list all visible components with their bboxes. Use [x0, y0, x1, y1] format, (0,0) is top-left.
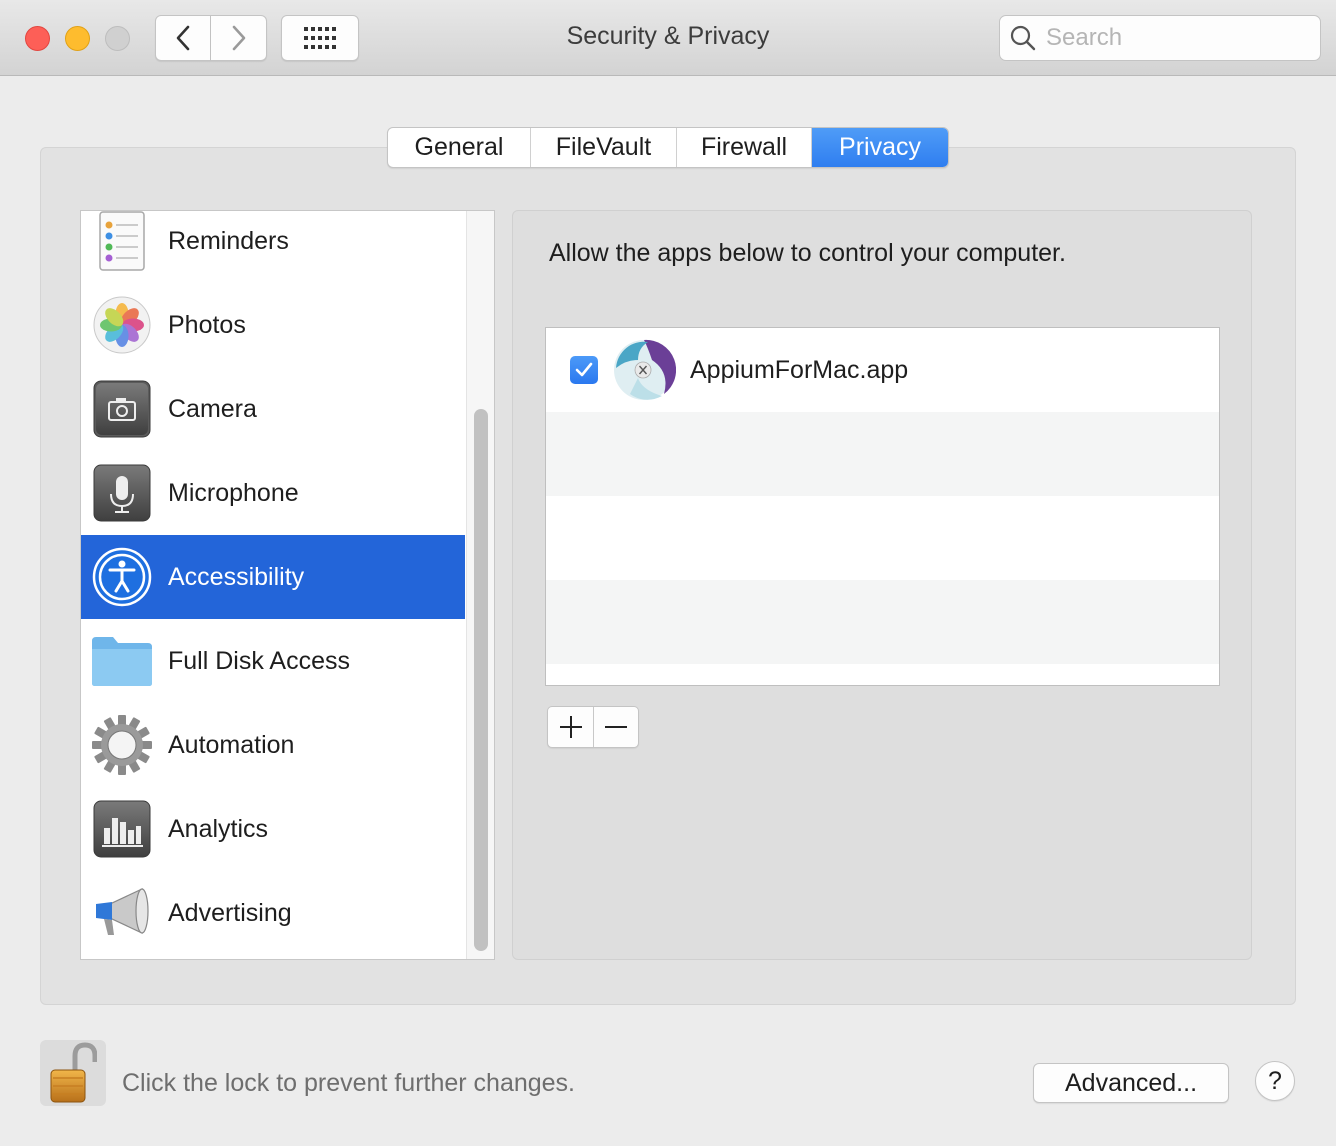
search-input[interactable] — [1046, 24, 1306, 52]
remove-app-button[interactable] — [593, 707, 638, 747]
tab-general[interactable]: General — [388, 128, 531, 167]
help-button[interactable]: ? — [1255, 1061, 1295, 1101]
privacy-category-list[interactable]: Reminders Photos Camera Microphone Acces… — [80, 210, 495, 960]
reminders-icon — [91, 211, 153, 272]
add-remove-control — [547, 706, 639, 748]
accessibility-icon — [91, 546, 153, 608]
analytics-icon — [91, 798, 153, 860]
scrollbar-thumb[interactable] — [474, 409, 488, 951]
empty-row — [546, 412, 1219, 496]
app-enabled-checkbox[interactable] — [570, 356, 598, 384]
advanced-button[interactable]: Advanced... — [1033, 1063, 1229, 1103]
camera-icon — [91, 378, 153, 440]
sidebar-item-microphone[interactable]: Microphone — [81, 451, 465, 535]
sidebar-item-label: Reminders — [168, 226, 289, 255]
sidebar-item-label: Photos — [168, 310, 246, 339]
sidebar-item-analytics[interactable]: Analytics — [81, 787, 465, 871]
tab-filevault[interactable]: FileVault — [531, 128, 677, 167]
add-app-button[interactable] — [548, 707, 593, 747]
sidebar-item-camera[interactable]: Camera — [81, 367, 465, 451]
tab-firewall[interactable]: Firewall — [677, 128, 812, 167]
tab-bar: General FileVault Firewall Privacy — [387, 127, 949, 168]
allowed-apps-list[interactable]: AppiumForMac.app — [545, 327, 1220, 686]
checkmark-icon — [575, 362, 593, 377]
title-bar: Security & Privacy — [0, 0, 1336, 76]
sidebar-scrollbar[interactable] — [466, 211, 494, 959]
accessibility-panel: Allow the apps below to control your com… — [512, 210, 1252, 960]
lock-status-text: Click the lock to prevent further change… — [122, 1069, 576, 1097]
sidebar-item-label: Camera — [168, 394, 257, 423]
folder-icon — [91, 630, 153, 692]
microphone-icon — [91, 462, 153, 524]
sidebar-item-label: Full Disk Access — [168, 646, 350, 675]
lock-button[interactable] — [40, 1040, 106, 1106]
empty-row — [546, 580, 1219, 664]
sidebar-item-label: Advertising — [168, 898, 292, 927]
sidebar-item-automation[interactable]: Automation — [81, 703, 465, 787]
appium-icon — [612, 338, 677, 402]
unlocked-padlock-icon — [50, 1042, 97, 1103]
tab-privacy[interactable]: Privacy — [812, 128, 948, 167]
app-name: AppiumForMac.app — [690, 355, 909, 384]
sidebar-item-reminders[interactable]: Reminders — [81, 211, 465, 283]
plus-icon — [559, 716, 582, 738]
sidebar-item-full-disk-access[interactable]: Full Disk Access — [81, 619, 465, 703]
sidebar-item-label: Automation — [168, 730, 295, 759]
sidebar-item-advertising[interactable]: Advertising — [81, 871, 465, 955]
search-icon — [1010, 25, 1036, 51]
sidebar-item-label: Accessibility — [168, 562, 305, 591]
sidebar-item-label: Analytics — [168, 814, 269, 843]
sidebar-item-label: Microphone — [168, 478, 299, 507]
photos-icon — [91, 294, 153, 356]
empty-row — [546, 496, 1219, 580]
search-field[interactable] — [999, 15, 1321, 61]
gear-icon — [91, 714, 153, 776]
minus-icon — [605, 726, 627, 728]
megaphone-icon — [91, 882, 153, 944]
sidebar-item-accessibility[interactable]: Accessibility — [81, 535, 465, 619]
sidebar-item-photos[interactable]: Photos — [81, 283, 465, 367]
list-item[interactable]: AppiumForMac.app — [546, 328, 1219, 412]
panel-description: Allow the apps below to control your com… — [549, 239, 1066, 267]
